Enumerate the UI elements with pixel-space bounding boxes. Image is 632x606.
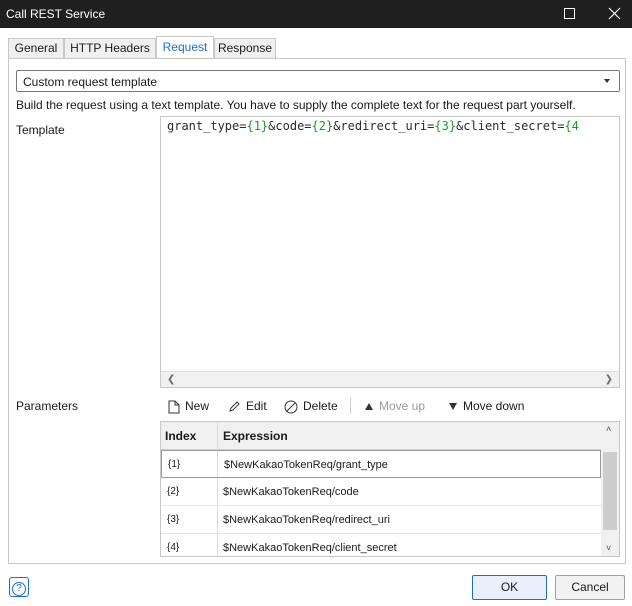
move-down-label: Move down xyxy=(463,399,525,413)
row-index: {3} xyxy=(167,514,180,525)
parameters-label: Parameters xyxy=(16,399,79,413)
template-part-2: &code= xyxy=(268,119,312,133)
tab-response[interactable]: Response xyxy=(214,38,276,59)
tab-http-headers[interactable]: HTTP Headers xyxy=(64,38,156,59)
help-button[interactable]: ? xyxy=(9,577,29,597)
row-expression: $NewKakaoTokenReq/client_secret xyxy=(223,542,397,554)
row-expression: $NewKakaoTokenReq/grant_type xyxy=(224,459,388,471)
row-index: {1} xyxy=(168,459,181,470)
close-icon xyxy=(608,7,621,20)
ok-button[interactable]: OK xyxy=(472,575,547,600)
cancel-button[interactable]: Cancel xyxy=(555,575,625,600)
column-header-index[interactable]: Index xyxy=(165,429,196,443)
table-row[interactable]: {2} $NewKakaoTokenReq/code xyxy=(161,478,601,506)
tab-http-headers-label: HTTP Headers xyxy=(70,41,150,55)
template-editor[interactable]: grant_type={1}&code={2}&redirect_uri={3}… xyxy=(160,116,620,388)
move-up-button[interactable]: Move up xyxy=(364,397,425,415)
help-icon: ? xyxy=(12,582,26,596)
scroll-up-icon[interactable]: ˄ xyxy=(606,424,611,434)
delete-button-label: Delete xyxy=(303,399,338,413)
request-mode-select[interactable]: Custom request template xyxy=(16,70,620,92)
template-placeholder-1: {1} xyxy=(246,119,269,133)
pencil-icon xyxy=(229,401,240,413)
tab-request-label: Request xyxy=(162,40,208,54)
new-button[interactable]: New xyxy=(168,397,209,415)
triangle-down-icon xyxy=(449,403,457,411)
edit-button-label: Edit xyxy=(246,399,267,413)
scroll-right-icon[interactable]: ❯ xyxy=(605,374,613,385)
dropdown-arrow-icon xyxy=(604,79,610,83)
toolbar-separator xyxy=(350,398,351,414)
close-button[interactable] xyxy=(598,0,630,28)
template-part-1: grant_type= xyxy=(167,119,247,133)
tab-general-label: General xyxy=(14,41,58,55)
table-vertical-scrollbar[interactable]: ˄ ˅ xyxy=(601,422,619,556)
delete-icon xyxy=(284,400,298,414)
row-index: {4} xyxy=(167,542,180,553)
triangle-up-icon xyxy=(365,403,373,411)
delete-button[interactable]: Delete xyxy=(284,397,338,415)
new-file-icon xyxy=(168,400,180,414)
tab-response-label: Response xyxy=(217,41,273,55)
maximize-icon xyxy=(564,8,575,19)
tab-general[interactable]: General xyxy=(8,38,64,59)
window-title: Call REST Service xyxy=(6,7,106,21)
template-part-3: &redirect_uri= xyxy=(333,119,435,133)
row-expression: $NewKakaoTokenReq/redirect_uri xyxy=(223,514,390,526)
parameters-table: Index Expression {1} $NewKakaoTokenReq/g… xyxy=(160,421,620,557)
edit-button[interactable]: Edit xyxy=(228,397,267,415)
request-hint-text: Build the request using a text template.… xyxy=(16,98,576,112)
scroll-thumb[interactable] xyxy=(603,452,617,530)
maximize-button[interactable] xyxy=(556,0,584,28)
request-mode-value: Custom request template xyxy=(23,75,158,89)
table-header: Index Expression xyxy=(161,422,601,450)
template-part-4: &client_secret= xyxy=(456,119,565,133)
template-horizontal-scrollbar[interactable]: ❮ ❯ xyxy=(161,371,619,387)
table-row[interactable]: {3} $NewKakaoTokenReq/redirect_uri xyxy=(161,506,601,534)
column-header-expression[interactable]: Expression xyxy=(223,429,288,443)
move-down-button[interactable]: Move down xyxy=(448,397,524,415)
title-bar: Call REST Service xyxy=(0,0,632,28)
move-up-label: Move up xyxy=(379,399,426,413)
template-placeholder-3: {3} xyxy=(434,119,457,133)
template-label: Template xyxy=(16,123,65,137)
cancel-button-label: Cancel xyxy=(571,580,609,594)
tab-request[interactable]: Request xyxy=(156,36,214,58)
new-button-label: New xyxy=(185,399,210,413)
ok-button-label: OK xyxy=(500,580,519,594)
row-expression: $NewKakaoTokenReq/code xyxy=(223,486,359,498)
table-row[interactable]: {4} $NewKakaoTokenReq/client_secret xyxy=(161,534,601,556)
template-placeholder-2: {2} xyxy=(311,119,334,133)
scroll-down-icon[interactable]: ˅ xyxy=(606,543,611,553)
template-placeholder-4: {4 xyxy=(564,119,579,133)
row-index: {2} xyxy=(167,486,180,497)
table-row[interactable]: {1} $NewKakaoTokenReq/grant_type xyxy=(161,450,601,478)
template-text: grant_type={1}&code={2}&redirect_uri={3}… xyxy=(167,119,579,133)
scroll-left-icon[interactable]: ❮ xyxy=(167,374,175,385)
